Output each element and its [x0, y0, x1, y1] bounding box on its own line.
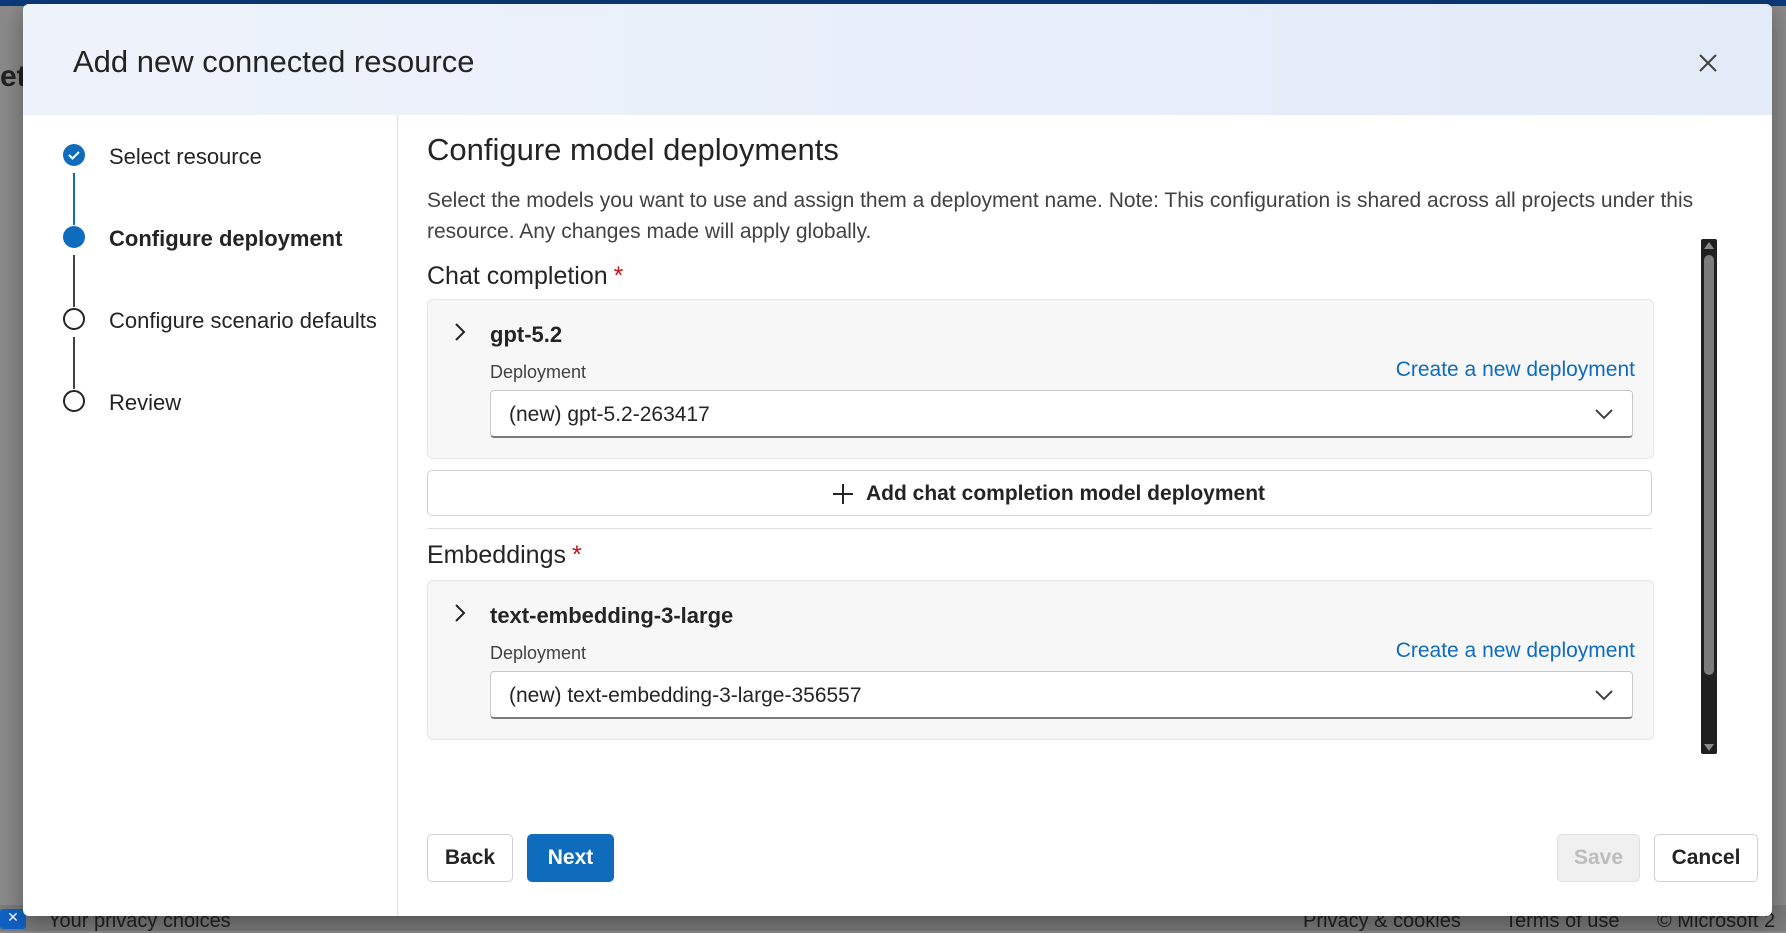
chevron-down-icon [1595, 409, 1613, 420]
background-page-title-fragment: et [0, 60, 24, 93]
model-name: text-embedding-3-large [490, 603, 734, 628]
step-connector-3 [73, 337, 75, 389]
step-label: Configure deployment [109, 226, 343, 251]
wizard-stepper: Select resource Configure deployment Con… [23, 115, 398, 916]
deployment-scroll-area[interactable]: Chat completion * gpt-5.2 Deployment Crea… [427, 261, 1747, 781]
cancel-button[interactable]: Cancel [1654, 834, 1758, 882]
empty-circle-icon [63, 390, 85, 412]
content-title: Configure model deployments [427, 132, 839, 167]
content-description: Select the models you want to use and as… [427, 189, 1694, 243]
next-button[interactable]: Next [527, 834, 614, 882]
add-button-label: Add chat completion model deployment [866, 482, 1266, 505]
scrollbar-thumb[interactable] [1704, 255, 1714, 675]
scroll-down-arrow-icon[interactable] [1704, 744, 1714, 751]
step-label: Select resource [109, 144, 262, 169]
expand-chevron-icon[interactable] [450, 320, 470, 344]
back-button[interactable]: Back [427, 834, 513, 882]
vertical-scrollbar[interactable] [1701, 239, 1717, 754]
add-connected-resource-dialog: Add new connected resource Select resour… [23, 4, 1772, 916]
dropdown-value: (new) text-embedding-3-large-356557 [509, 684, 862, 707]
chevron-down-icon [1595, 690, 1613, 701]
required-marker: * [613, 262, 624, 290]
embeddings-model-card: text-embedding-3-large Deployment Create… [427, 580, 1654, 740]
section-divider [427, 528, 1652, 529]
section-title: Embeddings [427, 541, 566, 569]
model-name: gpt-5.2 [490, 322, 563, 347]
deployment-label: Deployment [490, 362, 587, 382]
required-marker: * [571, 541, 582, 569]
step-connector-2 [73, 255, 75, 307]
dialog-title: Add new connected resource [73, 44, 475, 79]
embeddings-heading: Embeddings * [427, 541, 582, 570]
save-button[interactable]: Save [1557, 834, 1640, 882]
close-button[interactable] [1693, 48, 1723, 78]
current-step-icon [63, 226, 85, 248]
expand-chevron-icon[interactable] [450, 601, 470, 625]
scroll-up-arrow-icon[interactable] [1704, 242, 1714, 249]
check-circle-icon [63, 144, 85, 166]
step-label: Review [109, 390, 182, 415]
step-connector-1 [73, 173, 75, 225]
create-new-deployment-link[interactable]: Create a new deployment [1396, 639, 1635, 663]
step-label: Configure scenario defaults [109, 308, 377, 333]
section-title: Chat completion [427, 262, 608, 290]
close-icon [1699, 54, 1717, 72]
dialog-header: Add new connected resource [23, 4, 1772, 115]
dropdown-value: (new) gpt-5.2-263417 [509, 403, 710, 426]
plus-icon [833, 484, 853, 504]
deployment-dropdown[interactable]: (new) gpt-5.2-263417 [490, 390, 1633, 438]
add-chat-completion-deployment-button[interactable]: Add chat completion model deployment [427, 470, 1652, 516]
dialog-content: Configure model deployments Select the m… [427, 115, 1758, 916]
chat-model-card: gpt-5.2 Deployment Create a new deployme… [427, 299, 1654, 459]
empty-circle-icon [63, 308, 85, 330]
deployment-label: Deployment [490, 643, 587, 663]
create-new-deployment-link[interactable]: Create a new deployment [1396, 358, 1635, 382]
chat-completion-heading: Chat completion * [427, 262, 623, 291]
deployment-dropdown[interactable]: (new) text-embedding-3-large-356557 [490, 671, 1633, 719]
